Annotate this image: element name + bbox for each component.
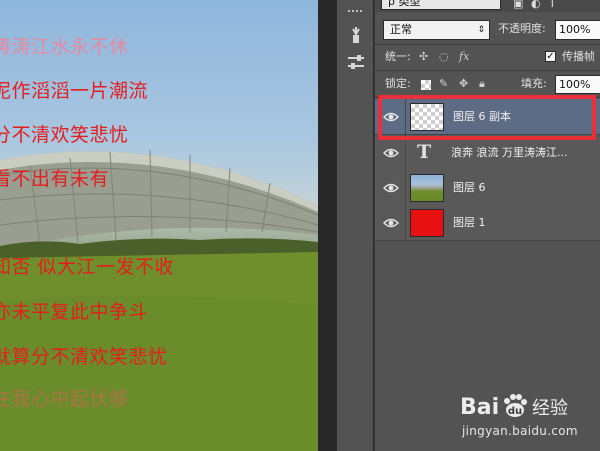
grip-icon[interactable]	[344, 2, 368, 22]
canvas-gutter	[318, 0, 336, 451]
visibility-cell[interactable]	[375, 135, 406, 170]
layer-name[interactable]: 图层 1	[453, 215, 486, 231]
poem-line-8: 在我心中起伏够	[0, 388, 129, 410]
blend-mode-value: 正常	[390, 23, 412, 36]
filter-image-icon[interactable]: ▣	[513, 0, 523, 12]
propagate-label: 传播帧	[562, 50, 595, 63]
layer-thumbnail-transparent	[410, 103, 444, 131]
svg-text:du: du	[508, 406, 522, 417]
baidu-logo: Bai du 经验	[460, 394, 568, 420]
layer-row-photo[interactable]: 图层 6	[375, 170, 600, 206]
divider	[375, 70, 600, 71]
layer-name[interactable]: 图层 6 副本	[453, 109, 511, 125]
visibility-cell[interactable]	[375, 205, 406, 240]
propagate-checkbox[interactable]: ✓	[545, 51, 556, 62]
layer-name[interactable]: 浪奔 浪流 万里涛涛江...	[451, 145, 567, 161]
updown-chevron-icon: ⇕	[477, 25, 485, 35]
unify-label: 统一:	[385, 50, 411, 63]
document-canvas[interactable]: 涛涛江水永不休 泥作滔滔一片潮流 分不清欢笑悲忧 看不出有未有 知否 似大江一发…	[0, 0, 318, 451]
eye-icon[interactable]	[383, 109, 399, 125]
fill-input[interactable]: 100%	[555, 75, 600, 94]
brand-right: 经验	[532, 398, 568, 419]
magnifier-icon: ρ	[388, 0, 395, 8]
layers-panel: ρ 类型 ▣ ◐ T 正常 ⇕ 不透明度: 100% 统一: ✣ ◌ fx ✓ …	[375, 0, 600, 451]
eye-icon[interactable]	[383, 145, 399, 161]
lock-paint-icon[interactable]: ✎	[439, 76, 448, 92]
divider	[375, 97, 600, 98]
filter-text-icon[interactable]: T	[549, 0, 556, 12]
watermark-url: jingyan.baidu.com	[462, 424, 578, 438]
opacity-label: 不透明度:	[498, 22, 546, 35]
eye-icon[interactable]	[383, 215, 399, 231]
opacity-input[interactable]: 100%	[555, 20, 600, 40]
poem-line-7: 就算分不清欢笑悲忧	[0, 346, 168, 368]
kind-filter-label: 类型	[398, 0, 421, 8]
fill-label: 填充:	[521, 77, 547, 90]
baidu-jingyan-watermark: Bai du 经验 jingyan.baidu.com	[456, 386, 600, 446]
lock-all-icon[interactable]: 🔒︎	[479, 76, 485, 92]
layer-row-red[interactable]: 图层 1	[375, 205, 600, 241]
text-layer-icon: T	[417, 141, 432, 163]
brush-presets-icon[interactable]	[344, 25, 368, 45]
collapsed-panel-strip	[336, 0, 374, 451]
lock-label: 锁定:	[385, 77, 411, 90]
filter-row: ρ 类型 ▣ ◐ T	[375, 0, 600, 12]
layer-name[interactable]: 图层 6	[453, 180, 486, 196]
unify-style-icon[interactable]: fx	[459, 49, 469, 65]
layer-kind-filter[interactable]: ρ 类型	[381, 0, 501, 10]
layer-row-text[interactable]: T 浪奔 浪流 万里涛涛江...	[375, 135, 600, 171]
poem-line-1: 涛涛江水永不休	[0, 36, 129, 58]
visibility-cell[interactable]	[375, 170, 406, 205]
filter-adjust-icon[interactable]: ◐	[531, 0, 541, 12]
poem-line-5: 知否 似大江一发不收	[0, 256, 175, 278]
layer-row-copy[interactable]: 图层 6 副本	[375, 99, 600, 135]
unify-visibility-icon[interactable]: ◌	[439, 49, 449, 65]
poem-line-3: 分不清欢笑悲忧	[0, 124, 129, 146]
blend-mode-select[interactable]: 正常 ⇕	[383, 20, 490, 40]
divider	[375, 44, 600, 45]
layer-thumbnail-photo	[410, 174, 444, 202]
lock-transparent-icon[interactable]	[421, 80, 431, 90]
lock-move-icon[interactable]: ✥	[459, 76, 468, 92]
brand-left: Bai	[460, 395, 499, 420]
poem-line-2: 泥作滔滔一片潮流	[0, 80, 149, 102]
unify-position-icon[interactable]: ✣	[419, 49, 428, 65]
eye-icon[interactable]	[383, 180, 399, 196]
sliders-icon[interactable]	[344, 52, 368, 72]
visibility-cell[interactable]	[375, 99, 406, 134]
layer-thumbnail-red	[410, 209, 444, 237]
paw-icon: du	[504, 394, 527, 417]
poem-line-6: 亦未平复此中争斗	[0, 301, 149, 323]
poem-line-4: 看不出有未有	[0, 168, 110, 190]
